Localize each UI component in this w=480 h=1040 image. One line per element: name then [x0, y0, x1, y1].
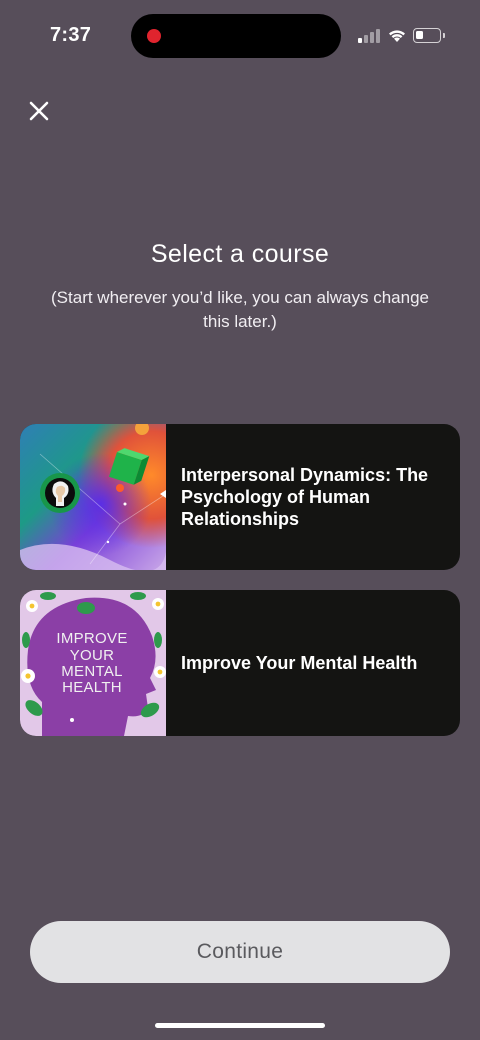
- home-indicator[interactable]: [155, 1023, 325, 1028]
- close-button[interactable]: [22, 94, 56, 128]
- thumbnail-text-line-4: HEALTH: [62, 679, 122, 696]
- dynamic-island: [131, 14, 341, 58]
- thumbnail-text-line-2: YOUR: [70, 647, 115, 664]
- status-time: 7:37: [50, 24, 92, 46]
- thumbnail-text-line-3: MENTAL: [61, 663, 123, 680]
- wifi-icon: [387, 27, 407, 43]
- page-title: Select a course: [150, 240, 330, 268]
- battery-icon: [413, 28, 445, 43]
- continue-button[interactable]: Continue: [30, 921, 450, 983]
- close-icon: [29, 101, 49, 121]
- cellular-signal-icon: [358, 29, 380, 43]
- page-subtitle: (Start wherever you’d like, you can alwa…: [51, 288, 429, 331]
- course-card-mental-health[interactable]: IMPROVE YOUR MENTAL HEALTH Improve Your …: [20, 590, 460, 736]
- course-thumbnail-image: IMPROVE YOUR MENTAL HEALTH: [20, 590, 166, 736]
- thumbnail-text-line-1: IMPROVE: [56, 630, 127, 647]
- course-title: Improve Your Mental Health: [181, 653, 418, 673]
- course-thumbnail-image: [20, 424, 166, 570]
- course-title: Interpersonal Dynamics: The Psychology o…: [181, 465, 429, 529]
- course-card-interpersonal-dynamics[interactable]: Interpersonal Dynamics: The Psychology o…: [20, 424, 460, 570]
- recording-dot-icon: [147, 29, 161, 43]
- status-bar: 7:37: [0, 0, 480, 72]
